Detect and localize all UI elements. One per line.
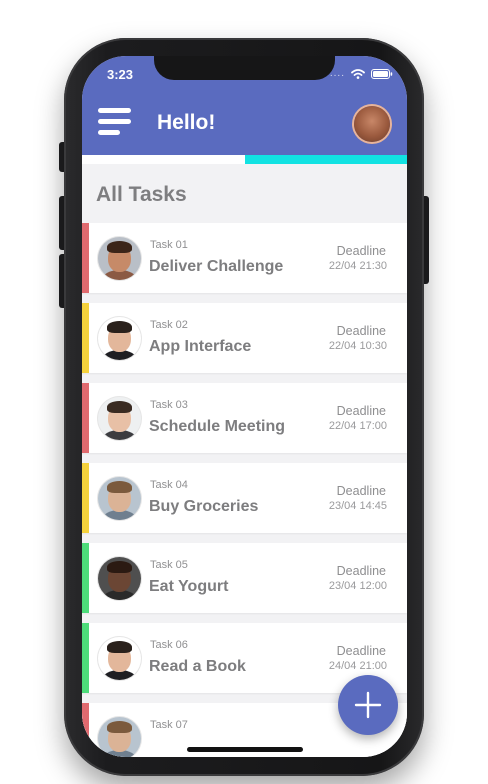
- task-card[interactable]: Task 01 Deliver Challenge Deadline 22/04 21…: [82, 223, 407, 293]
- task-number: Task 04: [150, 479, 188, 491]
- deadline-label: Deadline: [336, 564, 386, 578]
- task-name: Buy Groceries: [149, 498, 259, 515]
- assignee-avatar: [98, 237, 141, 280]
- task-card[interactable]: Task 02 App Interface Deadline 22/04 10:30: [82, 303, 407, 373]
- task-card[interactable]: Task 03 Schedule Meeting Deadline 22/04 17:…: [82, 383, 407, 453]
- task-name: App Interface: [149, 338, 252, 355]
- assignee-avatar: [98, 477, 141, 520]
- assignee-avatar: [98, 637, 141, 680]
- deadline-date: 22/04 21:30: [328, 260, 387, 272]
- task-name: Read a Book: [149, 658, 246, 675]
- task-name: Deliver Challenge: [149, 258, 284, 275]
- task-card[interactable]: Task 05 Eat Yogurt Deadline 23/04 12:00: [82, 543, 407, 613]
- deadline-date: 24/04 21:00: [328, 660, 387, 672]
- task-card[interactable]: Task 04 Buy Groceries Deadline 23/04 14:45: [82, 463, 407, 533]
- assignee-avatar: [98, 317, 141, 360]
- deadline-label: Deadline: [336, 244, 386, 258]
- deadline-label: Deadline: [336, 484, 386, 498]
- deadline-date: 22/04 10:30: [328, 340, 387, 352]
- assignee-avatar: [98, 557, 141, 600]
- status-time: 3:23: [107, 67, 134, 82]
- wifi-icon: [351, 68, 365, 79]
- task-name: Schedule Meeting: [149, 418, 286, 435]
- priority-indicator: [82, 463, 89, 533]
- greeting-title: Hello!: [157, 111, 216, 134]
- task-number: Task 05: [150, 559, 188, 571]
- priority-indicator: [82, 383, 89, 453]
- deadline-date: 23/04 14:45: [328, 500, 387, 512]
- priority-indicator: [82, 623, 89, 693]
- priority-indicator: [82, 303, 89, 373]
- section-title: All Tasks: [96, 183, 187, 206]
- home-indicator: [187, 747, 303, 752]
- task-number: Task 01: [150, 239, 188, 251]
- task-name: Eat Yogurt: [149, 578, 229, 595]
- app-screen: 3:23 .... Hello! All Tasks Task 01 Deliv…: [82, 56, 407, 757]
- progress-fill: [244, 155, 407, 164]
- deadline-label: Deadline: [336, 324, 386, 338]
- deadline-date: 22/04 17:00: [328, 420, 387, 432]
- task-number: Task 07: [150, 719, 188, 731]
- battery-icon: [371, 68, 393, 79]
- task-list-section: All Tasks Task 01 Deliver Challenge Deadli…: [82, 164, 407, 757]
- plus-icon: [354, 691, 382, 719]
- assignee-avatar: [98, 717, 141, 757]
- deadline-label: Deadline: [336, 644, 386, 658]
- progress-bar: [82, 155, 407, 164]
- status-icons: ....: [330, 68, 393, 79]
- task-number: Task 03: [150, 399, 188, 411]
- phone-notch: [154, 56, 335, 80]
- add-task-button[interactable]: [338, 675, 398, 735]
- priority-indicator: [82, 223, 89, 293]
- deadline-label: Deadline: [336, 404, 386, 418]
- task-number: Task 02: [150, 319, 188, 331]
- user-avatar[interactable]: [354, 106, 390, 142]
- assignee-avatar: [98, 397, 141, 440]
- hamburger-icon[interactable]: [98, 108, 132, 136]
- task-number: Task 06: [150, 639, 188, 651]
- priority-indicator: [82, 543, 89, 613]
- deadline-date: 23/04 12:00: [328, 580, 387, 592]
- priority-indicator: [82, 703, 89, 757]
